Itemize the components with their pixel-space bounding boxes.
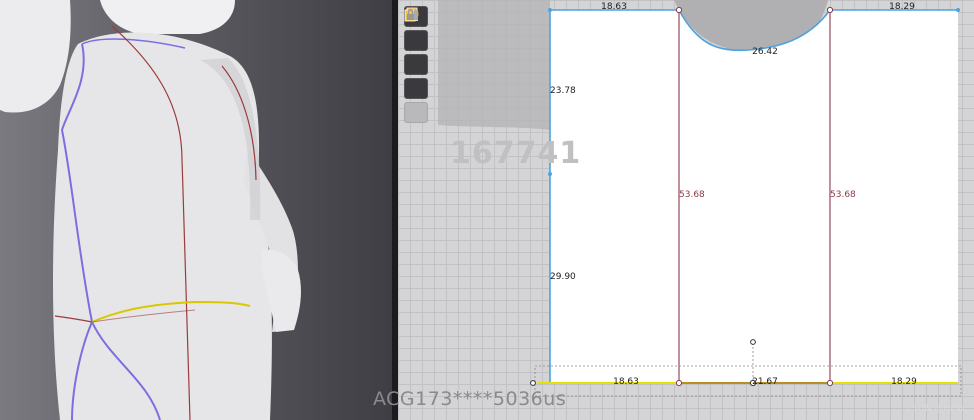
measure-left-upper: 23.78 <box>550 86 576 96</box>
measure-top-left: 18.63 <box>601 2 627 12</box>
front-pattern-piece[interactable] <box>550 10 958 383</box>
measure-neckline: 26.42 <box>752 47 778 57</box>
measure-inner-right: 53.68 <box>830 190 856 200</box>
background-piece-left <box>438 0 550 130</box>
pattern-id-watermark: 167741 <box>450 136 582 171</box>
show-avatar-button[interactable] <box>404 8 428 51</box>
point-handle[interactable] <box>675 379 683 387</box>
user-watermark: ACG173****5036us <box>373 388 567 410</box>
point-handle[interactable] <box>548 172 552 176</box>
point-handle[interactable] <box>548 8 552 12</box>
lock-icon <box>407 9 418 20</box>
avatar-garment-render <box>0 0 301 420</box>
info-button[interactable]: i <box>404 7 428 75</box>
point-handle[interactable] <box>956 8 960 12</box>
measure-inner-left: 53.68 <box>679 190 705 200</box>
point-handle[interactable] <box>675 6 683 14</box>
pattern-canvas: 18.63 18.29 26.42 23.78 29.90 53.68 53.6… <box>438 0 962 397</box>
measure-top-right: 18.29 <box>889 2 915 12</box>
measure-bottom-right: 18.29 <box>891 377 917 387</box>
point-handle[interactable] <box>826 6 834 14</box>
measure-bottom-center: 21.67 <box>752 377 778 387</box>
rotation-handle[interactable] <box>750 339 756 345</box>
measure-left-lower: 29.90 <box>550 272 576 282</box>
vertical-toolbar: i <box>404 6 428 123</box>
measure-bottom-left: 18.63 <box>613 377 639 387</box>
avatar-raised-arm <box>0 0 71 113</box>
point-handle[interactable] <box>826 379 834 387</box>
lock-button[interactable] <box>404 9 428 123</box>
layer-button[interactable] <box>404 7 428 99</box>
avatar-neck <box>100 0 235 34</box>
2d-pattern-viewport[interactable]: 18.63 18.29 26.42 23.78 29.90 53.68 53.6… <box>398 0 974 420</box>
credit-text: CSDN @tobb <box>906 404 964 414</box>
point-handle[interactable] <box>530 380 536 386</box>
3d-viewport[interactable] <box>0 0 392 420</box>
